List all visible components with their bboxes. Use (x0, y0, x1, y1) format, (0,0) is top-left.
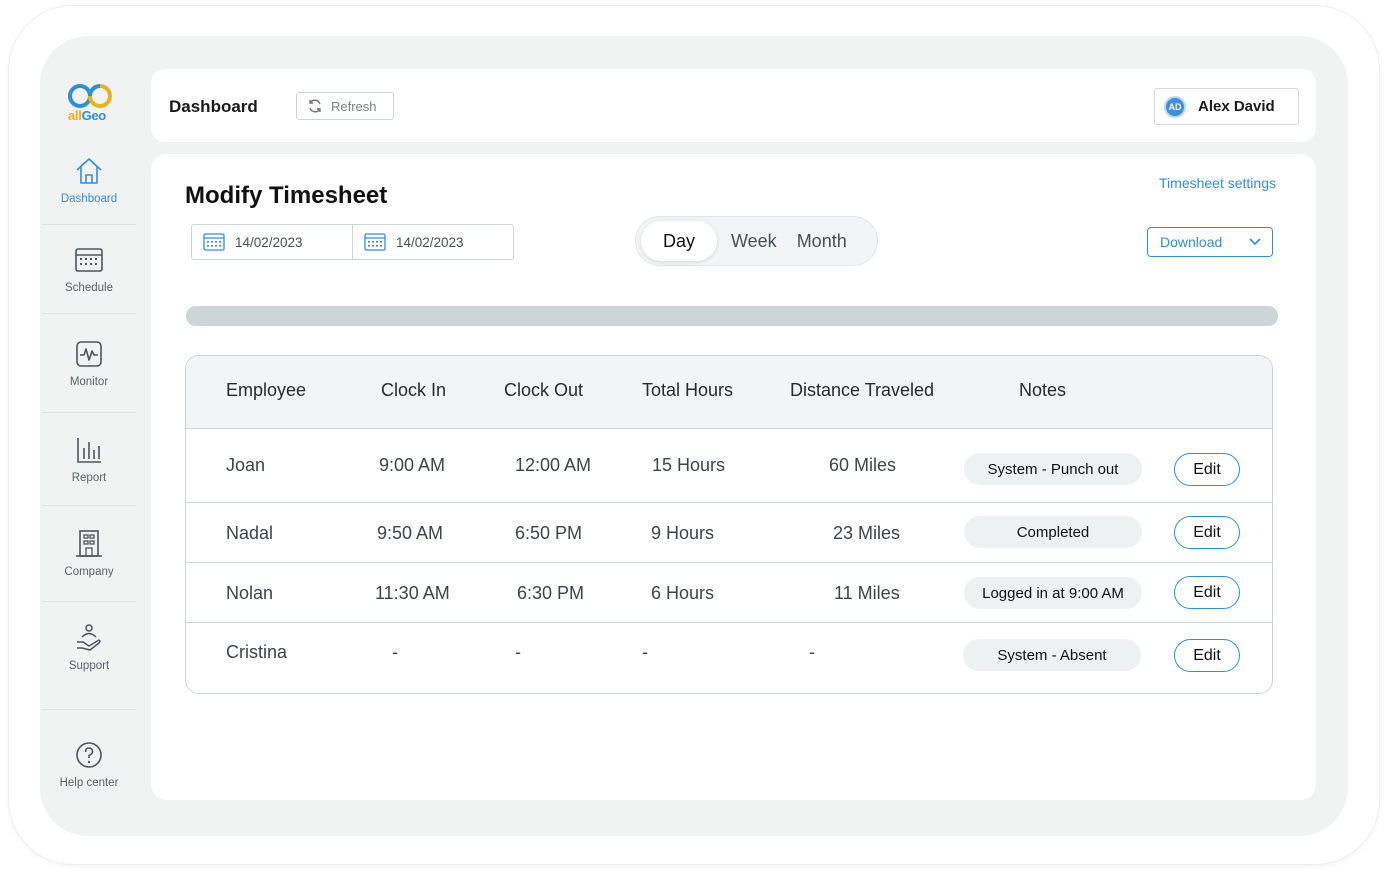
refresh-icon (309, 99, 321, 113)
date-range-picker: 14/02/2023 14/02/2023 (191, 224, 514, 260)
sidebar-item-label: Company (64, 566, 114, 578)
start-date-value: 14/02/2023 (235, 234, 303, 250)
cell-clock-out: 12:00 AM (515, 455, 592, 475)
column-header-notes: Notes (1019, 380, 1067, 400)
user-name: Alex David (1198, 98, 1275, 115)
cell-distance: 23 Miles (833, 523, 901, 543)
cell-clock-in: 11:30 AM (375, 583, 450, 603)
sidebar-item-schedule[interactable]: Schedule (42, 244, 136, 294)
cell-employee: Nolan (226, 583, 274, 603)
bar-chart-icon (77, 438, 101, 463)
cell-total-hours: 6 Hours (651, 583, 715, 603)
monitor-icon (76, 341, 102, 367)
timesheet-panel: Modify Timesheet Timesheet settings 14/0… (151, 154, 1316, 800)
cell-clock-out: - (515, 642, 521, 662)
refresh-label: Refresh (331, 98, 377, 114)
sidebar-divider (42, 709, 136, 710)
calendar-icon (203, 233, 225, 251)
column-header-total-hours: Total Hours (642, 380, 734, 400)
sidebar-divider (42, 505, 136, 506)
table-row: Nadal 9:50 AM 6:50 PM 9 Hours 23 Miles C… (186, 503, 1272, 563)
timesheet-table: Employee Clock In Clock Out Total Hours … (185, 355, 1273, 694)
user-menu-button[interactable]: AD Alex David (1154, 88, 1299, 125)
logo-text: allGeo (68, 108, 106, 123)
cell-total-hours: 9 Hours (651, 523, 715, 543)
edit-button[interactable]: Edit (1174, 516, 1240, 549)
support-icon (77, 624, 101, 651)
status-badge: System - Absent (963, 639, 1141, 671)
chevron-down-icon (1249, 238, 1261, 246)
building-icon (76, 530, 102, 557)
table-row: Nolan 11:30 AM 6:30 PM 6 Hours 11 Miles … (186, 563, 1272, 623)
cell-employee: Nadal (226, 523, 274, 543)
sidebar-item-help-center[interactable]: Help center (42, 739, 136, 789)
end-date-value: 14/02/2023 (396, 234, 464, 250)
period-month[interactable]: Month (787, 231, 857, 252)
cell-employee: Joan (226, 455, 266, 475)
download-label: Download (1160, 234, 1223, 250)
cell-clock-in: 9:00 AM (379, 455, 446, 475)
edit-button[interactable]: Edit (1174, 639, 1240, 672)
logo-text-all: all (68, 108, 82, 123)
sidebar-item-support[interactable]: Support (42, 622, 136, 672)
column-header-clock-out: Clock Out (504, 380, 584, 400)
home-icon (76, 158, 102, 184)
end-date-field[interactable]: 14/02/2023 (352, 225, 513, 259)
sidebar-item-label: Dashboard (60, 193, 118, 205)
download-button[interactable]: Download (1147, 227, 1273, 257)
sidebar-divider (42, 224, 136, 225)
sidebar-item-label: Schedule (65, 282, 113, 294)
avatar: AD (1164, 95, 1186, 118)
progress-bar (186, 306, 1278, 326)
period-week[interactable]: Week (721, 231, 787, 252)
help-icon (76, 742, 102, 768)
cell-clock-out: 6:30 PM (517, 583, 585, 603)
timesheet-settings-link[interactable]: Timesheet settings (1159, 175, 1276, 191)
cell-clock-in: - (392, 642, 398, 662)
cell-clock-in: 9:50 AM (377, 523, 444, 543)
header-bar: Dashboard Refresh AD Alex David (151, 69, 1316, 142)
sidebar-item-monitor[interactable]: Monitor (42, 338, 136, 388)
sidebar-item-label: Monitor (69, 376, 109, 388)
status-badge: Logged in at 9:00 AM (964, 577, 1142, 609)
cell-distance: 11 Miles (834, 583, 900, 603)
sidebar-item-dashboard[interactable]: Dashboard (42, 155, 136, 205)
edit-button[interactable]: Edit (1174, 453, 1240, 486)
cell-total-hours: 15 Hours (652, 455, 726, 475)
column-header-distance: Distance Traveled (790, 380, 935, 400)
sidebar-item-label: Report (71, 472, 107, 484)
start-date-field[interactable]: 14/02/2023 (192, 225, 352, 259)
cell-distance: - (809, 642, 815, 662)
calendar-icon (364, 233, 386, 251)
sidebar-item-label: Support (68, 660, 110, 672)
column-header-employee: Employee (226, 380, 307, 400)
period-toggle: Day Week Month (635, 216, 878, 266)
sidebar-divider (42, 601, 136, 602)
logo-text-geo: Geo (81, 108, 107, 123)
calendar-icon (75, 248, 103, 272)
column-header-clock-in: Clock In (381, 380, 447, 400)
edit-button[interactable]: Edit (1174, 576, 1240, 609)
table-header: Employee Clock In Clock Out Total Hours … (186, 356, 1272, 429)
sidebar-item-label: Help center (59, 777, 119, 789)
status-badge: System - Punch out (964, 453, 1142, 485)
refresh-button[interactable]: Refresh (296, 92, 394, 120)
cell-total-hours: - (642, 642, 648, 662)
section-title: Modify Timesheet (185, 182, 388, 209)
cell-clock-out: 6:50 PM (515, 523, 583, 543)
sidebar-item-company[interactable]: Company (42, 528, 136, 578)
period-day[interactable]: Day (641, 221, 717, 261)
page-title: Dashboard (169, 97, 258, 116)
table-row: Cristina - - - - System - Absent Edit (186, 623, 1272, 693)
status-badge: Completed (964, 516, 1142, 548)
sidebar-item-report[interactable]: Report (42, 434, 136, 484)
sidebar-divider (42, 412, 136, 413)
cell-employee: Cristina (226, 642, 288, 662)
table-row: Joan 9:00 AM 12:00 AM 15 Hours 60 Miles … (186, 429, 1272, 503)
sidebar-divider (42, 313, 136, 314)
cell-distance: 60 Miles (829, 455, 897, 475)
